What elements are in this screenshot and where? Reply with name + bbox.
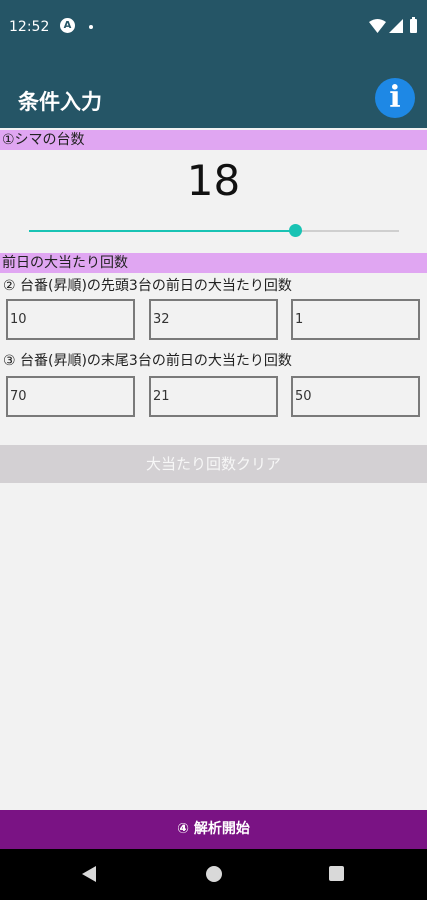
navigation-bar [0,849,427,900]
signal-icon [389,19,403,33]
status-bar: 12:52 A [0,0,427,56]
clear-jackpot-button[interactable]: 大当たり回数クリア [0,445,427,483]
last-three-label: ③ 台番(昇順)の末尾3台の前日の大当たり回数 [3,353,292,369]
first-machine-3-field[interactable] [291,299,420,340]
last-machine-3-field[interactable] [291,376,420,417]
info-icon[interactable]: i [375,78,415,118]
recents-icon[interactable] [329,866,344,881]
section-header-jackpot-count: 前日の大当たり回数 [0,253,427,273]
last-machine-1-field[interactable] [6,376,135,417]
first-machine-1-field[interactable] [6,299,135,340]
app-bar: 条件入力 i [0,56,427,128]
first-machine-2-field[interactable] [149,299,278,340]
a-icon: A [60,18,75,33]
machine-count-slider[interactable] [29,224,399,237]
start-analysis-button[interactable]: ④ 解析開始 [0,810,427,849]
slider-thumb[interactable] [289,224,303,237]
page-title: 条件入力 [18,90,102,114]
status-time: 12:52 [9,19,50,35]
back-icon[interactable] [82,866,96,882]
section-header-machine-count: ①シマの台数 [0,130,427,150]
wifi-icon [369,19,386,33]
battery-icon [410,17,417,33]
dot-icon [89,25,93,29]
machine-count-value: 18 [186,156,241,205]
slider-fill [29,230,296,232]
first-three-label: ② 台番(昇順)の先頭3台の前日の大当たり回数 [3,278,292,294]
last-machine-2-field[interactable] [149,376,278,417]
home-icon[interactable] [206,866,222,882]
